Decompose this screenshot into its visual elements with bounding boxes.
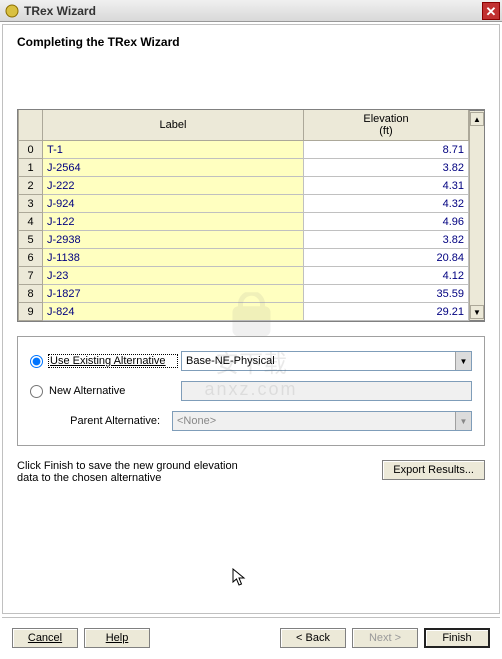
row-index[interactable]: 1 [19, 159, 43, 177]
row-index[interactable]: 5 [19, 231, 43, 249]
table-row[interactable]: 1J-25643.82 [19, 159, 469, 177]
elevation-cell[interactable]: 4.32 [304, 195, 469, 213]
alternative-group: Use Existing Alternative Base-NE-Physica… [17, 336, 485, 446]
window-title: TRex Wizard [24, 4, 96, 18]
new-alternative-input [181, 381, 472, 401]
label-cell[interactable]: T-1 [43, 141, 304, 159]
elevation-cell[interactable]: 4.31 [304, 177, 469, 195]
new-alternative-row: New Alternative [30, 381, 472, 401]
hint-row: Click Finish to save the new ground elev… [17, 460, 485, 484]
existing-alternative-value: Base-NE-Physical [186, 355, 275, 367]
label-cell[interactable]: J-122 [43, 213, 304, 231]
parent-alternative-label: Parent Alternative: [30, 415, 168, 427]
next-button: Next > [352, 628, 418, 648]
table-row[interactable]: 7J-234.12 [19, 267, 469, 285]
row-index[interactable]: 0 [19, 141, 43, 159]
parent-alternative-select: <None> ▼ [172, 411, 472, 431]
label-cell[interactable]: J-924 [43, 195, 304, 213]
new-alternative-label[interactable]: New Alternative [49, 385, 177, 397]
page-heading: Completing the TRex Wizard [17, 35, 485, 49]
chevron-down-icon: ▼ [455, 352, 471, 370]
label-cell[interactable]: J-2938 [43, 231, 304, 249]
table-row[interactable]: 3J-9244.32 [19, 195, 469, 213]
label-cell[interactable]: J-1138 [43, 249, 304, 267]
cancel-button[interactable]: Cancel [12, 628, 78, 648]
elevation-cell[interactable]: 3.82 [304, 159, 469, 177]
elevation-cell[interactable]: 4.12 [304, 267, 469, 285]
elevation-cell[interactable]: 29.21 [304, 303, 469, 321]
export-results-button[interactable]: Export Results... [382, 460, 485, 480]
row-header-col [19, 110, 43, 141]
label-cell[interactable]: J-2564 [43, 159, 304, 177]
elevation-cell[interactable]: 20.84 [304, 249, 469, 267]
row-index[interactable]: 2 [19, 177, 43, 195]
elevation-cell[interactable]: 35.59 [304, 285, 469, 303]
chevron-down-icon: ▼ [455, 412, 471, 430]
elevation-cell[interactable]: 3.82 [304, 231, 469, 249]
table-row[interactable]: 6J-113820.84 [19, 249, 469, 267]
use-existing-radio[interactable] [30, 355, 43, 368]
wizard-content: Completing the TRex Wizard Label Elevati… [2, 24, 500, 614]
row-index[interactable]: 9 [19, 303, 43, 321]
row-index[interactable]: 6 [19, 249, 43, 267]
scroll-down-button[interactable]: ▼ [470, 305, 484, 319]
elevation-cell[interactable]: 4.96 [304, 213, 469, 231]
row-index[interactable]: 8 [19, 285, 43, 303]
table-row[interactable]: 5J-29383.82 [19, 231, 469, 249]
table-row[interactable]: 8J-182735.59 [19, 285, 469, 303]
parent-alternative-value: <None> [177, 415, 216, 427]
results-table-area: Label Elevation (ft) 0T-18.711J-25643.82… [17, 109, 485, 322]
app-icon [4, 3, 20, 19]
table-row[interactable]: 0T-18.71 [19, 141, 469, 159]
parent-alternative-row: Parent Alternative: <None> ▼ [30, 411, 472, 431]
label-cell[interactable]: J-23 [43, 267, 304, 285]
table-row[interactable]: 9J-82429.21 [19, 303, 469, 321]
row-index[interactable]: 4 [19, 213, 43, 231]
back-button[interactable]: < Back [280, 628, 346, 648]
table-row[interactable]: 2J-2224.31 [19, 177, 469, 195]
elevation-cell[interactable]: 8.71 [304, 141, 469, 159]
use-existing-row: Use Existing Alternative Base-NE-Physica… [30, 351, 472, 371]
label-cell[interactable]: J-824 [43, 303, 304, 321]
close-button[interactable]: ✕ [482, 2, 500, 20]
results-table: Label Elevation (ft) 0T-18.711J-25643.82… [18, 110, 469, 321]
label-cell[interactable]: J-1827 [43, 285, 304, 303]
wizard-button-bar: Cancel Help < Back Next > Finish [2, 617, 500, 657]
elevation-header[interactable]: Elevation (ft) [304, 110, 469, 141]
finish-button[interactable]: Finish [424, 628, 490, 648]
scroll-up-button[interactable]: ▲ [470, 112, 484, 126]
hint-text: Click Finish to save the new ground elev… [17, 460, 257, 484]
table-row[interactable]: 4J-1224.96 [19, 213, 469, 231]
label-header[interactable]: Label [43, 110, 304, 141]
use-existing-label[interactable]: Use Existing Alternative [49, 355, 177, 367]
row-index[interactable]: 7 [19, 267, 43, 285]
row-index[interactable]: 3 [19, 195, 43, 213]
label-cell[interactable]: J-222 [43, 177, 304, 195]
vertical-scrollbar[interactable]: ▲ ▼ [469, 110, 485, 321]
new-alternative-radio[interactable] [30, 385, 43, 398]
help-button[interactable]: Help [84, 628, 150, 648]
existing-alternative-select[interactable]: Base-NE-Physical ▼ [181, 351, 472, 371]
titlebar: TRex Wizard ✕ [0, 0, 502, 22]
